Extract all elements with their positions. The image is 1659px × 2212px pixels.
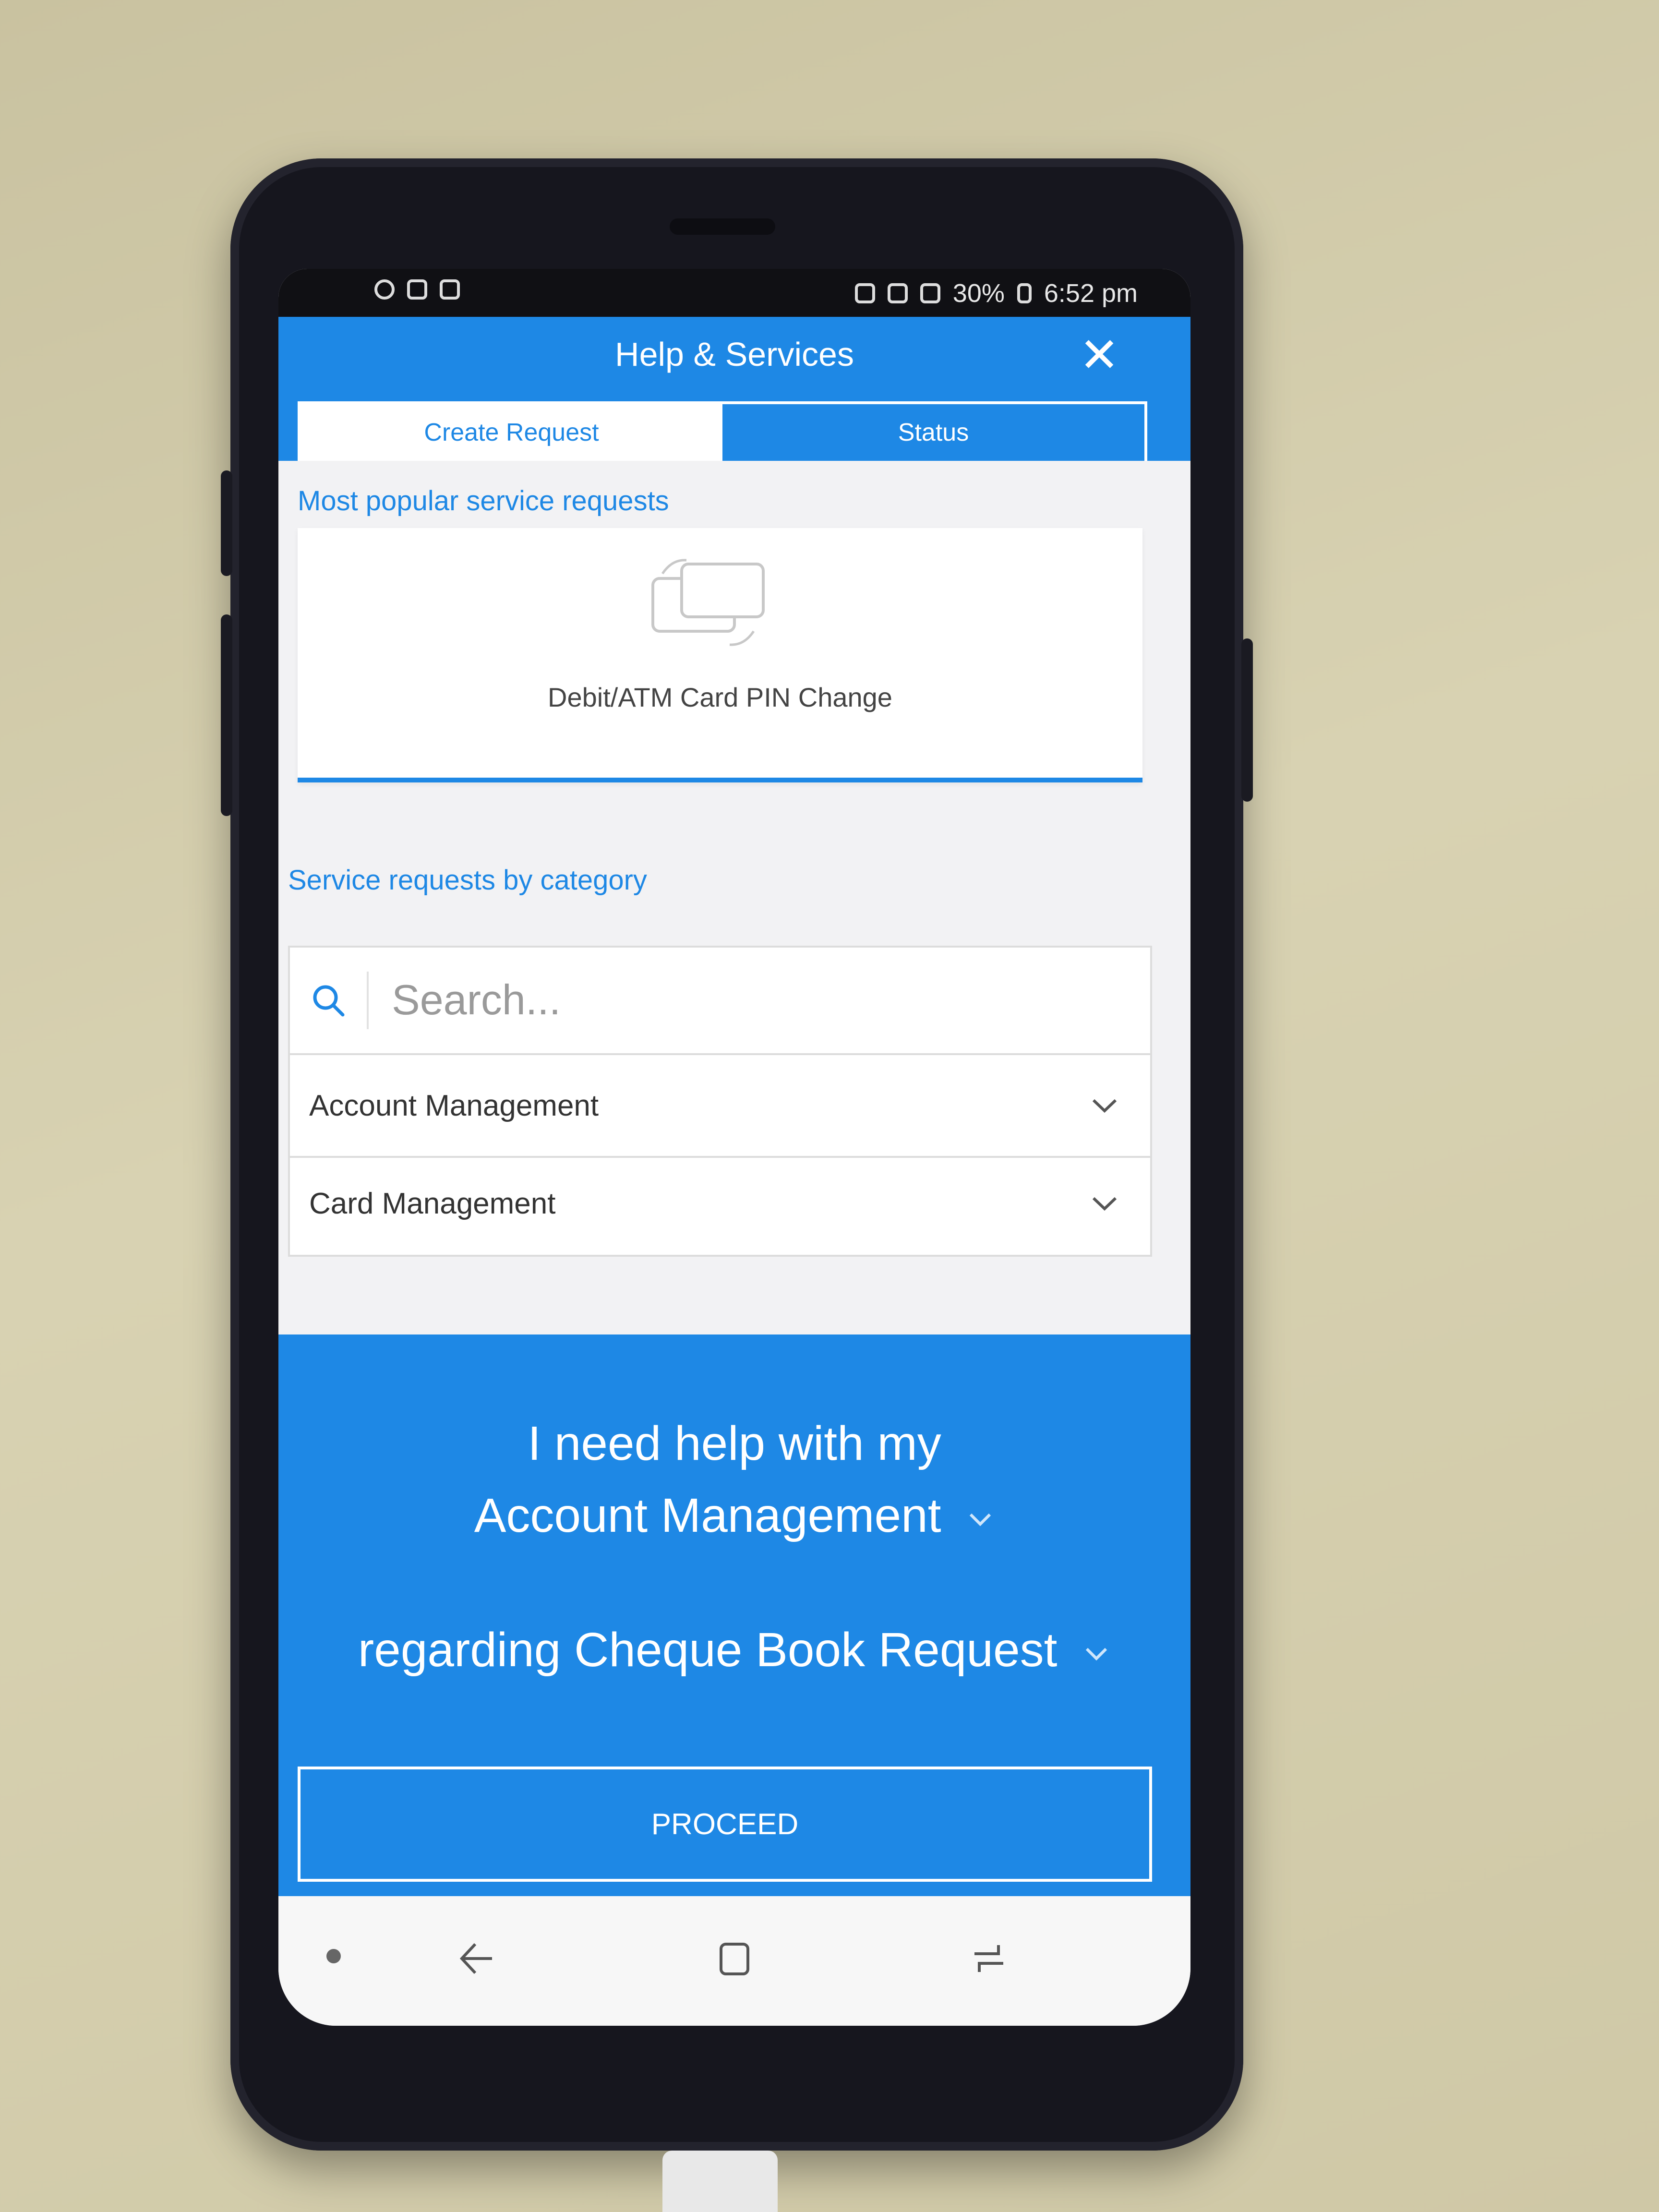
nav-indicator-dot <box>326 1949 341 1963</box>
signal-icon <box>920 283 940 303</box>
category-item-label: Account Management <box>309 1089 599 1122</box>
battery-icon <box>1017 283 1032 303</box>
popular-section-label: Most popular service requests <box>298 485 669 517</box>
notification-icons <box>374 279 460 300</box>
search-row <box>290 948 1150 1055</box>
system-nav-bar <box>278 1896 1190 2026</box>
power-button <box>1241 638 1253 802</box>
system-icons: 30% 6:52 pm <box>854 278 1138 308</box>
volume-button <box>221 470 232 576</box>
chevron-down-icon <box>1092 1197 1117 1211</box>
category-list: Account Management Card Management <box>288 946 1152 1257</box>
back-icon[interactable] <box>451 1935 499 1983</box>
search-divider <box>367 972 369 1029</box>
recents-icon[interactable] <box>965 1935 1013 1983</box>
notification-icon <box>407 279 427 300</box>
nfc-icon <box>854 283 875 303</box>
topic-value: Account Management <box>474 1489 941 1542</box>
card-swap-icon <box>651 559 765 646</box>
topic-selector[interactable]: Account Management <box>278 1488 1190 1543</box>
popular-request-card[interactable]: Debit/ATM Card PIN Change <box>298 528 1142 782</box>
category-item-card-management[interactable]: Card Management <box>290 1153 1150 1254</box>
tab-bar: Create Request Status <box>298 401 1147 464</box>
tab-status[interactable]: Status <box>722 404 1144 461</box>
chevron-down-icon <box>970 1513 991 1526</box>
chevron-down-icon <box>1092 1099 1117 1113</box>
tab-create-request[interactable]: Create Request <box>301 404 722 461</box>
phone-screen: 30% 6:52 pm Help & Services ✕ Create Req… <box>278 269 1190 2026</box>
card-label: Debit/ATM Card PIN Change <box>548 682 892 712</box>
gallery-icon <box>440 279 460 300</box>
proceed-button[interactable]: PROCEED <box>298 1767 1152 1882</box>
search-input[interactable] <box>391 971 1017 1029</box>
battery-percent: 30% <box>952 279 1005 308</box>
subtopic-value: Cheque Book Request <box>574 1623 1058 1677</box>
regarding-label: regarding <box>358 1623 561 1677</box>
help-panel: I need help with my Account Management r… <box>278 1334 1190 1896</box>
app-header: Help & Services ✕ Create Request Status <box>278 317 1190 464</box>
subtopic-selector[interactable]: regarding Cheque Book Request <box>278 1623 1190 1678</box>
chevron-down-icon <box>1086 1647 1107 1660</box>
status-bar: 30% 6:52 pm <box>278 269 1190 317</box>
category-section-label: Service requests by category <box>288 865 647 896</box>
category-item-label: Card Management <box>309 1187 556 1220</box>
whatsapp-icon <box>374 279 395 300</box>
search-icon <box>313 985 345 1017</box>
clock: 6:52 pm <box>1044 279 1138 308</box>
bixby-button <box>221 614 232 816</box>
usb-cable <box>662 2151 778 2212</box>
earpiece <box>670 218 775 235</box>
page-title: Help & Services <box>615 336 854 373</box>
help-intro: I need help with my <box>528 1417 941 1470</box>
mute-icon <box>887 283 908 303</box>
main-content: Most popular service requests Debit/ATM … <box>278 461 1190 1334</box>
category-item-account-management[interactable]: Account Management <box>290 1055 1150 1158</box>
close-icon[interactable]: ✕ <box>1075 331 1123 379</box>
home-icon[interactable] <box>710 1935 758 1983</box>
